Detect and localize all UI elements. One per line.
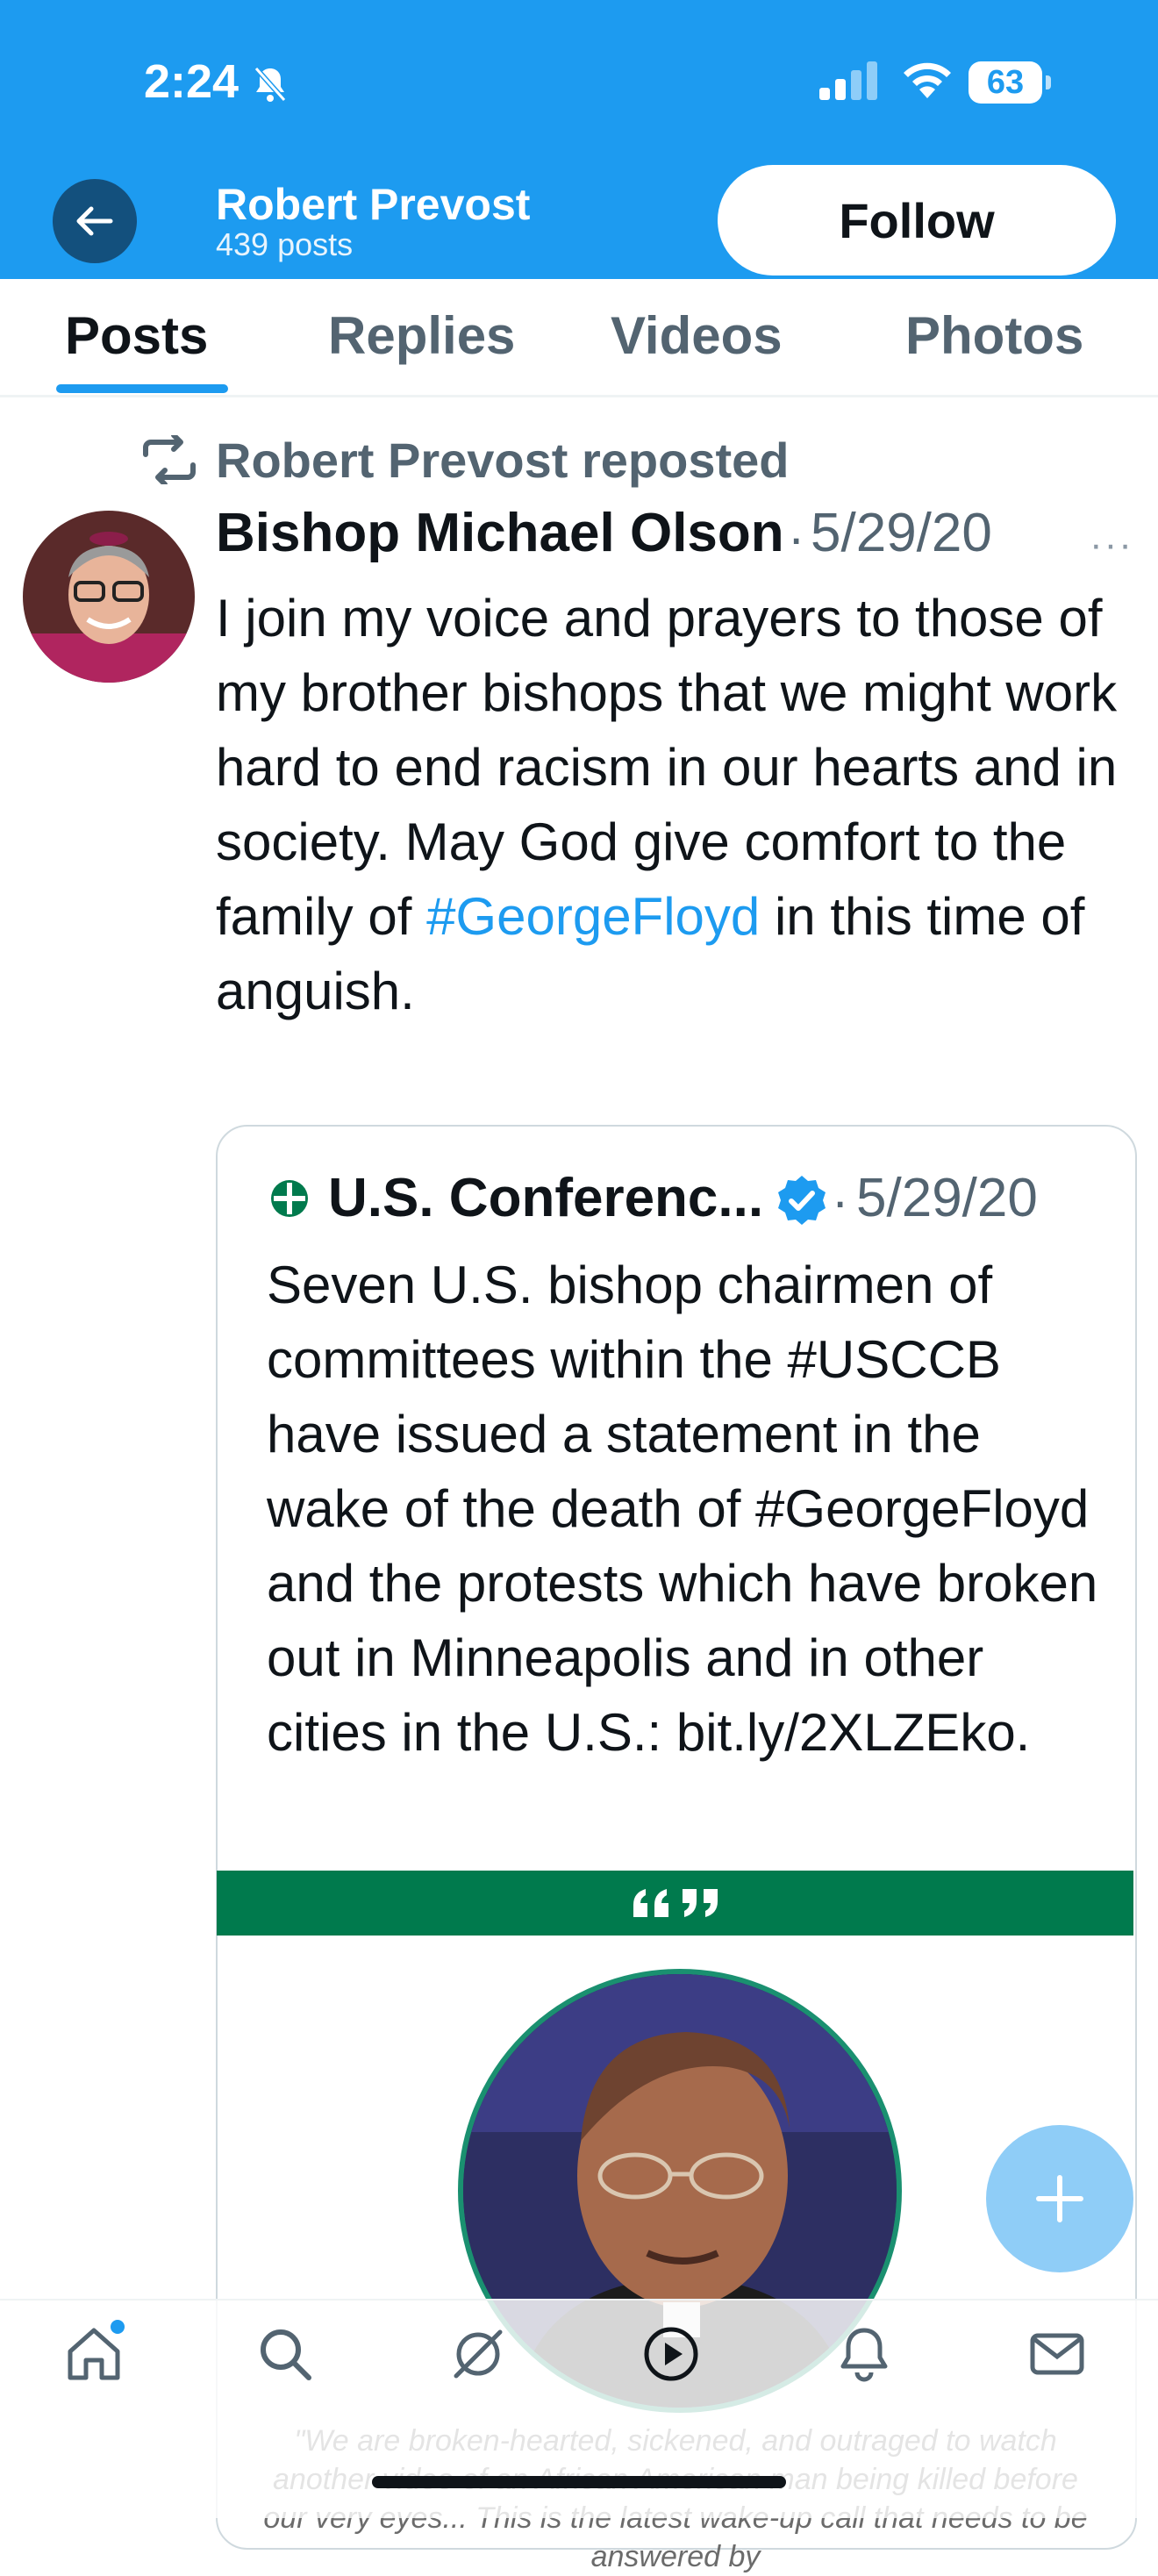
bell-muted-icon (253, 65, 288, 108)
home-notification-dot (111, 2320, 125, 2334)
grok-icon[interactable] (449, 2325, 507, 2387)
messages-icon[interactable] (1028, 2325, 1086, 2387)
cellular-signal-icon (819, 61, 881, 104)
meta-separator: · (788, 510, 805, 567)
quoted-post-text: Seven U.S. bishop chairmen of committees… (267, 1256, 1098, 1762)
status-time: 2:24 (144, 55, 239, 108)
tab-posts[interactable]: Posts (65, 305, 208, 366)
usccb-logo-icon (270, 1179, 309, 1222)
quotation-marks-icon (633, 1889, 718, 1917)
battery-tip (1046, 75, 1051, 89)
post-text: I join my voice and prayers to those of … (216, 581, 1128, 1028)
post-date[interactable]: 5/29/20 (811, 502, 992, 564)
verified-badge-icon (776, 1174, 828, 1231)
post-author-name[interactable]: Bishop Michael Olson (216, 502, 784, 564)
repost-label: Robert Prevost reposted (216, 433, 790, 488)
quoted-author-name[interactable]: U.S. Conferenc... (328, 1167, 763, 1229)
search-icon[interactable] (256, 2325, 314, 2387)
quote-marks-band (217, 1871, 1133, 1936)
repost-icon (140, 433, 198, 489)
home-indicator (372, 2476, 786, 2488)
home-icon[interactable] (65, 2325, 123, 2387)
back-button[interactable] (53, 179, 137, 263)
wifi-icon (900, 58, 954, 104)
profile-tabs: Posts Replies Videos Photos (0, 279, 1158, 397)
quoted-post-date[interactable]: 5/29/20 (856, 1167, 1038, 1229)
plus-icon (1036, 2175, 1083, 2222)
tab-photos[interactable]: Photos (905, 305, 1083, 366)
active-tab-indicator (56, 384, 228, 393)
notifications-icon[interactable] (835, 2325, 893, 2387)
more-options-icon[interactable]: ··· (1090, 523, 1133, 567)
profile-name: Robert Prevost (216, 180, 531, 229)
tab-videos[interactable]: Videos (611, 305, 783, 366)
follow-button[interactable]: Follow (718, 165, 1116, 275)
battery-level: 63 (969, 61, 1042, 104)
arrow-left-icon (76, 206, 113, 236)
hashtag-link[interactable]: #GeorgeFloyd (426, 887, 760, 946)
author-avatar[interactable] (23, 511, 195, 683)
video-icon[interactable] (642, 2325, 700, 2387)
quoted-meta-separator: · (832, 1173, 849, 1230)
compose-post-button[interactable] (986, 2125, 1133, 2272)
tab-replies[interactable]: Replies (328, 305, 515, 366)
posts-count: 439 posts (216, 226, 354, 262)
